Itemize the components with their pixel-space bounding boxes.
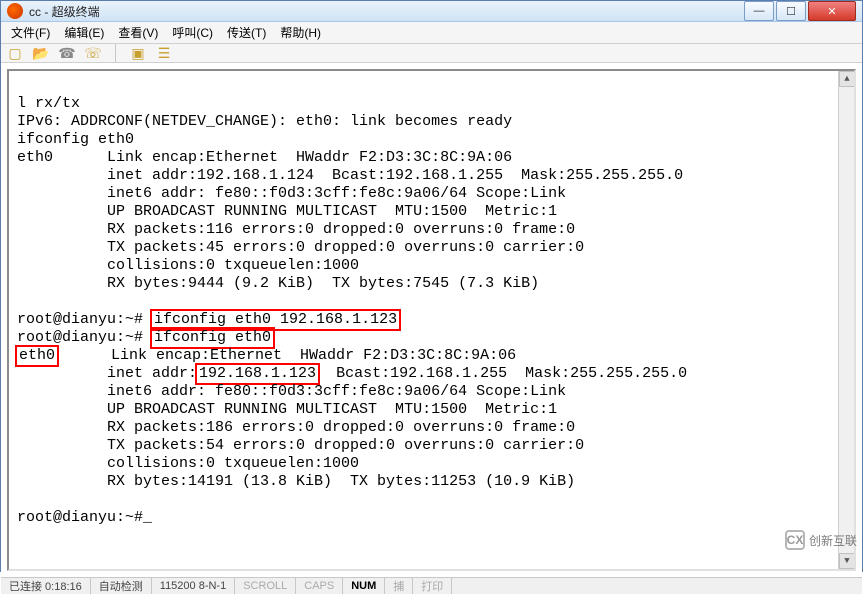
- status-detect: 自动检测: [91, 578, 152, 594]
- line: collisions:0 txqueuelen:1000: [17, 257, 359, 274]
- statusbar: 已连接 0:18:16 自动检测 115200 8-N-1 SCROLL CAP…: [1, 577, 862, 594]
- scroll-track[interactable]: [839, 87, 854, 553]
- menu-help[interactable]: 帮助(H): [274, 22, 327, 43]
- highlight-command-2: ifconfig eth0: [152, 329, 273, 347]
- vertical-scrollbar[interactable]: ▲ ▼: [838, 71, 854, 569]
- window-title: cc - 超级终端: [29, 3, 744, 20]
- line: TX packets:45 errors:0 dropped:0 overrun…: [17, 239, 584, 256]
- line: collisions:0 txqueuelen:1000: [17, 455, 359, 472]
- menu-edit[interactable]: 编辑(E): [58, 22, 110, 43]
- open-icon[interactable]: 📂: [33, 45, 49, 61]
- highlight-interface: eth0: [17, 347, 57, 365]
- new-icon[interactable]: ▢: [7, 45, 23, 61]
- line: IPv6: ADDRCONF(NETDEV_CHANGE): eth0: lin…: [17, 113, 512, 130]
- app-icon: [7, 3, 23, 19]
- prompt: root@dianyu:~#: [17, 311, 152, 328]
- line: UP BROADCAST RUNNING MULTICAST MTU:1500 …: [17, 401, 557, 418]
- menu-view[interactable]: 查看(V): [112, 22, 164, 43]
- line: TX packets:54 errors:0 dropped:0 overrun…: [17, 437, 584, 454]
- line: eth0 Link encap:Ethernet HWaddr F2:D3:3C…: [17, 149, 512, 166]
- status-baud: 115200 8-N-1: [152, 578, 235, 594]
- line: UP BROADCAST RUNNING MULTICAST MTU:1500 …: [17, 203, 557, 220]
- status-caps: CAPS: [296, 578, 343, 594]
- minimize-button[interactable]: —: [744, 1, 774, 21]
- line: RX packets:186 errors:0 dropped:0 overru…: [17, 419, 575, 436]
- scroll-down-icon[interactable]: ▼: [839, 553, 855, 569]
- disconnect-icon[interactable]: ☏: [85, 45, 101, 61]
- status-capture: 捕: [385, 578, 413, 594]
- terminal-output[interactable]: l rx/tx IPv6: ADDRCONF(NETDEV_CHANGE): e…: [7, 69, 856, 571]
- highlight-ip: 192.168.1.123: [197, 365, 318, 383]
- highlight-command-1: ifconfig eth0 192.168.1.123: [152, 311, 399, 329]
- toolbar-separator: [115, 44, 116, 62]
- status-scroll: SCROLL: [235, 578, 296, 594]
- line: RX bytes:9444 (9.2 KiB) TX bytes:7545 (7…: [17, 275, 539, 292]
- menu-call[interactable]: 呼叫(C): [166, 22, 219, 43]
- prompt-current: root@dianyu:~#_: [17, 509, 152, 526]
- line: Bcast:192.168.1.255 Mask:255.255.255.0: [318, 365, 687, 382]
- line: RX packets:116 errors:0 dropped:0 overru…: [17, 221, 575, 238]
- line: inet addr:: [17, 365, 197, 382]
- menu-transfer[interactable]: 传送(T): [221, 22, 272, 43]
- maximize-button[interactable]: ☐: [776, 1, 806, 21]
- status-connection: 已连接 0:18:16: [1, 578, 91, 594]
- line: RX bytes:14191 (13.8 KiB) TX bytes:11253…: [17, 473, 575, 490]
- line: l rx/tx: [17, 95, 80, 112]
- line: ifconfig eth0: [17, 131, 134, 148]
- status-print: 打印: [413, 578, 452, 594]
- close-button[interactable]: ✕: [808, 1, 856, 21]
- status-num: NUM: [343, 578, 385, 594]
- line: Link encap:Ethernet HWaddr F2:D3:3C:8C:9…: [57, 347, 516, 364]
- line: inet addr:192.168.1.124 Bcast:192.168.1.…: [17, 167, 683, 184]
- menubar: 文件(F) 编辑(E) 查看(V) 呼叫(C) 传送(T) 帮助(H): [1, 22, 862, 44]
- terminal-container: l rx/tx IPv6: ADDRCONF(NETDEV_CHANGE): e…: [1, 63, 862, 577]
- app-window: cc - 超级终端 — ☐ ✕ 文件(F) 编辑(E) 查看(V) 呼叫(C) …: [0, 0, 863, 572]
- toolbar: ▢ 📂 ☎ ☏ ▣ ☰: [1, 44, 862, 63]
- line: inet6 addr: fe80::f0d3:3cff:fe8c:9a06/64…: [17, 185, 566, 202]
- properties-icon[interactable]: ☰: [156, 45, 172, 61]
- send-icon[interactable]: ▣: [130, 45, 146, 61]
- prompt: root@dianyu:~#: [17, 329, 152, 346]
- titlebar[interactable]: cc - 超级终端 — ☐ ✕: [1, 1, 862, 22]
- connect-icon[interactable]: ☎: [59, 45, 75, 61]
- menu-file[interactable]: 文件(F): [5, 22, 56, 43]
- window-controls: — ☐ ✕: [744, 1, 856, 21]
- scroll-up-icon[interactable]: ▲: [839, 71, 855, 87]
- line: inet6 addr: fe80::f0d3:3cff:fe8c:9a06/64…: [17, 383, 566, 400]
